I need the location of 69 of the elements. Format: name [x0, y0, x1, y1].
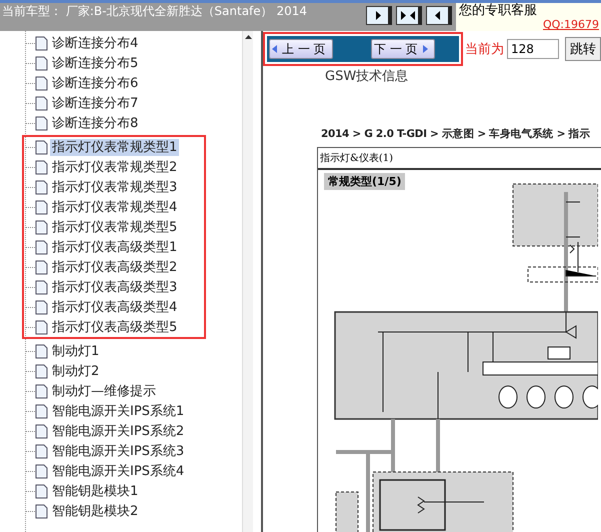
support-label: 您的专职客服 — [459, 3, 538, 18]
tree-item[interactable]: 诊断连接分布5 — [50, 54, 140, 72]
tree-item[interactable]: 智能电源开关IPS系统3 — [50, 442, 186, 460]
tree-item[interactable]: 制动灯2 — [50, 362, 102, 380]
tree-item[interactable]: 指示灯仪表高级类型4 — [50, 298, 180, 316]
tree-item[interactable]: 诊断连接分布6 — [50, 74, 140, 92]
tree-item[interactable]: 诊断连接分布7 — [50, 94, 140, 112]
document-icon — [35, 260, 48, 274]
document-icon — [35, 56, 48, 70]
tree-item[interactable]: 智能电源开关IPS系统1 — [50, 402, 186, 420]
tree-item[interactable]: 指示灯仪表高级类型3 — [50, 278, 180, 296]
vehicle-model-title: 当前车型： 厂家:B-北京现代全新胜达（Santafe） 2014 — [0, 3, 358, 31]
document-icon — [35, 76, 48, 90]
document-heading: GSW技术信息 — [324, 68, 408, 85]
document-icon — [35, 180, 48, 194]
document-icon — [35, 424, 48, 438]
tree-item[interactable]: 智能钥匙模块2 — [50, 502, 140, 520]
tree-item[interactable]: 指示灯仪表常规类型3 — [50, 178, 180, 196]
document-icon — [35, 320, 48, 334]
document-icon — [35, 364, 48, 378]
tree-item[interactable]: 指示灯仪表高级类型2 — [50, 258, 180, 276]
document-icon — [35, 220, 48, 234]
document-icon — [35, 160, 48, 174]
document-icon — [35, 404, 48, 418]
document-icon — [35, 344, 48, 358]
arrow-left-button[interactable] — [426, 6, 452, 25]
arrows-inward-button[interactable] — [396, 6, 422, 25]
tree-item[interactable]: 指示灯仪表常规类型5 — [50, 218, 180, 236]
tree-item[interactable]: 指示灯仪表高级类型1 — [50, 238, 180, 256]
document-icon — [35, 464, 48, 478]
breadcrumb: 2014 > G 2.0 T-GDI > 示意图 > 车身电气系统 > 指示 — [321, 127, 592, 141]
arrow-right-icon — [374, 11, 382, 20]
scroll-up-icon — [244, 35, 252, 39]
tree-item[interactable]: 制动灯1 — [50, 342, 102, 360]
arrow-left-icon — [272, 45, 278, 53]
document-icon — [35, 200, 48, 214]
tree-item[interactable]: 智能电源开关IPS系统2 — [50, 422, 186, 440]
qq-link[interactable]: QQ:19679 — [542, 18, 599, 31]
previous-page-button[interactable]: 上 一 页 — [269, 39, 333, 59]
diagram-subtitle: 常规类型(1/5) — [324, 173, 406, 190]
tree-item[interactable]: 指示灯仪表常规类型4 — [50, 198, 180, 216]
tree-item[interactable]: 诊断连接分布4 — [50, 34, 140, 52]
arrow-right-button[interactable] — [366, 6, 392, 25]
tree-item[interactable]: 指示灯仪表常规类型2 — [50, 158, 180, 176]
current-page-label: 当前为 — [465, 41, 504, 58]
next-page-button[interactable]: 下 一 页 — [371, 39, 435, 59]
document-icon — [35, 300, 48, 314]
document-icon — [35, 484, 48, 498]
document-icon — [35, 444, 48, 458]
tree-item[interactable]: 智能电源开关IPS系统4 — [50, 462, 186, 480]
document-icon — [35, 384, 48, 398]
arrows-inward-icon — [400, 11, 414, 20]
arrow-right-icon — [422, 45, 428, 53]
document-icon — [35, 116, 48, 130]
document-icon — [35, 240, 48, 254]
document-icon — [35, 36, 48, 50]
document-icon — [35, 280, 48, 294]
document-icon — [35, 96, 48, 110]
document-icon — [35, 140, 48, 154]
page-input-field[interactable]: 128 — [507, 39, 559, 59]
document-icon — [35, 504, 48, 518]
arrow-left-icon — [434, 11, 442, 20]
tree-item[interactable]: 指示灯仪表高级类型5 — [50, 318, 180, 336]
tree-item[interactable]: 智能钥匙模块1 — [50, 482, 140, 500]
tree-item[interactable]: 指示灯仪表常规类型1 — [50, 138, 180, 156]
jump-button[interactable]: 跳转 — [565, 37, 601, 61]
tree-item[interactable]: 制动灯—维修提示 — [50, 382, 158, 400]
section-title: 指示灯&仪表(1) — [318, 148, 601, 170]
tree-item[interactable]: 诊断连接分布8 — [50, 114, 140, 132]
